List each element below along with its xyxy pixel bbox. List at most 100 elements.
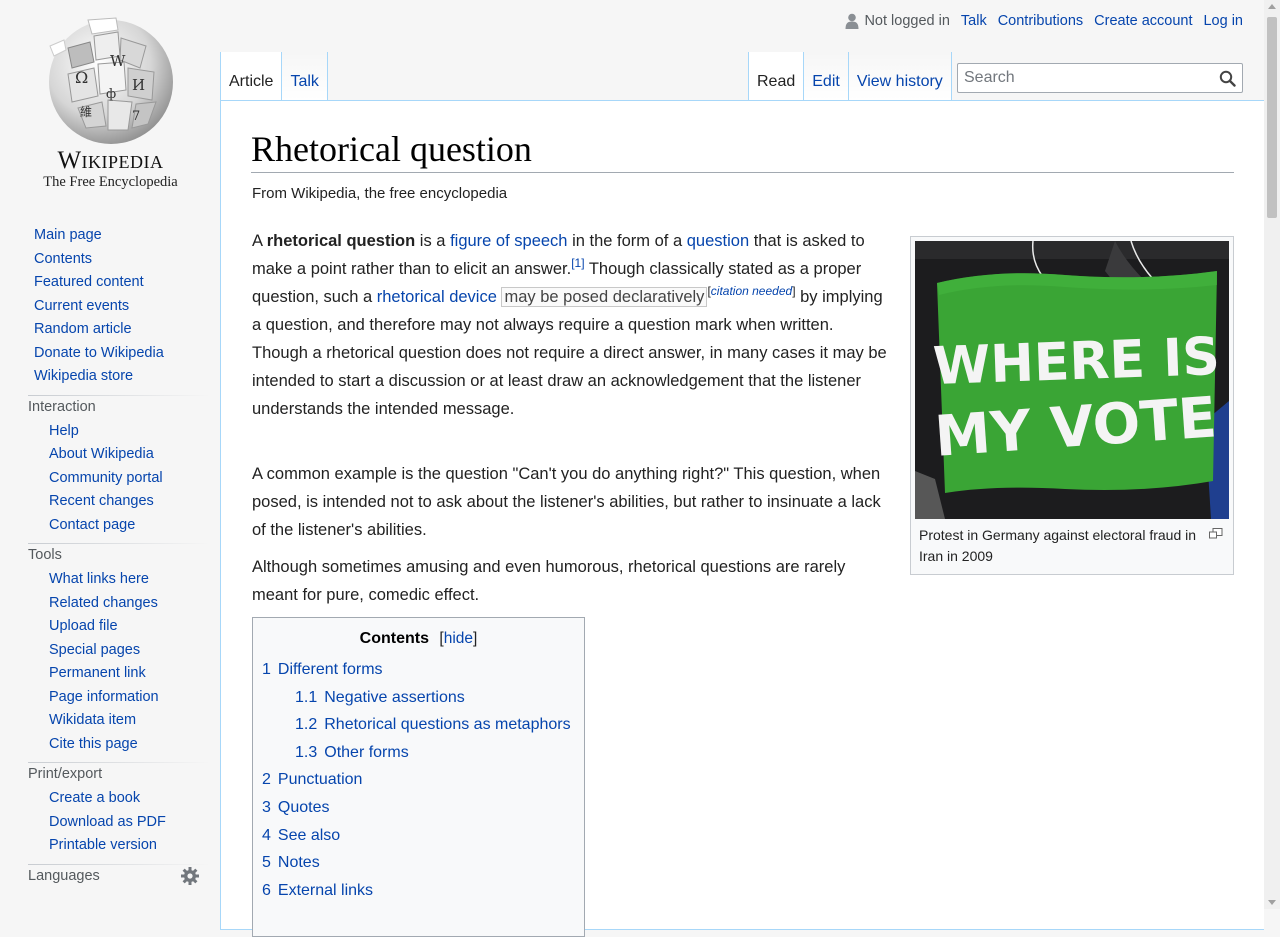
scroll-up-icon[interactable]	[1268, 4, 1276, 9]
toc-link-2[interactable]: 2 Punctuation	[262, 771, 362, 788]
tab-read[interactable]: Read	[748, 52, 805, 100]
sidebar-list-item: Donate to Wikipedia	[28, 342, 210, 366]
svg-text:7: 7	[132, 109, 140, 124]
sidebar-list-item: Download as PDF	[28, 811, 210, 835]
thumbnail: WHERE IS MY VOTE Protest in Germany agai…	[910, 236, 1234, 575]
sidebar-item-printable-version[interactable]: Printable version	[49, 837, 157, 853]
sidebar-item-current-events[interactable]: Current events	[34, 298, 129, 314]
puzzle-globe-icon: Ω W И ф 維 7	[49, 17, 173, 144]
toc-link-3[interactable]: 3 Quotes	[262, 799, 330, 816]
tagline: The Free Encyclopedia	[43, 174, 178, 190]
toc-link-6[interactable]: 6 External links	[262, 882, 373, 899]
talk-link[interactable]: Talk	[961, 13, 987, 29]
toc-number: 2	[262, 771, 271, 789]
sidebar-item-contact-page[interactable]: Contact page	[49, 517, 135, 533]
sidebar-item-special-pages[interactable]: Special pages	[49, 642, 140, 658]
svg-text:WHERE IS: WHERE IS	[932, 327, 1221, 397]
sidebar-item-related-changes[interactable]: Related changes	[49, 595, 158, 611]
scrollbar-thumb[interactable]	[1267, 17, 1277, 218]
toc-number: 1.2	[295, 716, 318, 734]
sidebar-heading-interaction: Interaction	[28, 394, 210, 420]
magnify-icon[interactable]	[1209, 528, 1223, 539]
toc-item: 1.2 Rhetorical questions as metaphors	[262, 714, 571, 742]
toc-link-1-1[interactable]: 1.1 Negative assertions	[295, 689, 465, 706]
toc-link-5[interactable]: 5 Notes	[262, 854, 320, 871]
sidebar-item-about-wikipedia[interactable]: About Wikipedia	[49, 446, 154, 462]
link-question[interactable]: question	[687, 232, 749, 250]
sidebar-list-item: Help	[28, 420, 210, 444]
toc-text: Negative assertions	[324, 688, 465, 706]
toc-text: External links	[277, 881, 374, 899]
site-subtitle: From Wikipedia, the free encyclopedia	[252, 185, 508, 202]
log-in-link[interactable]: Log in	[1203, 13, 1243, 29]
sidebar-item-permanent-link[interactable]: Permanent link	[49, 665, 146, 681]
sidebar-tools: Tools What links here Related changes Uplo…	[28, 543, 210, 756]
sidebar-item-wikipedia-store[interactable]: Wikipedia store	[34, 368, 133, 384]
toc-link-4[interactable]: 4 See also	[262, 827, 340, 844]
sidebar-list-item: Permanent link	[28, 662, 210, 686]
toc-title: Contents [hide]	[359, 630, 478, 647]
link-figure-of-speech[interactable]: figure of speech	[450, 232, 567, 250]
sidebar-item-help[interactable]: Help	[49, 423, 79, 439]
search-input[interactable]	[958, 64, 1208, 92]
sidebar-item-random-article[interactable]: Random article	[34, 321, 132, 337]
wikipedia-logo[interactable]: Ω W И ф 維 7 Wikipedia The Free Encyclope…	[28, 16, 193, 196]
sidebar: Main page Contents Featured content Current…	[0, 224, 220, 889]
sidebar-item-recent-changes[interactable]: Recent changes	[49, 493, 154, 509]
tab-edit[interactable]: Edit	[804, 52, 849, 100]
protest-image[interactable]: WHERE IS MY VOTE	[915, 241, 1229, 519]
sidebar-list-item: Contact page	[28, 514, 210, 538]
user-icon	[845, 13, 859, 29]
contributions-link[interactable]: Contributions	[998, 13, 1083, 29]
search-icon[interactable]	[1219, 70, 1236, 87]
toc-item: 4 See also	[262, 825, 571, 853]
toc-item: 5 Notes	[262, 852, 571, 880]
gear-icon[interactable]	[180, 866, 200, 886]
view-tabs: Read Edit View history	[748, 52, 952, 100]
scrollbar[interactable]	[1264, 0, 1280, 909]
toc-number: 1.1	[295, 688, 318, 706]
sidebar-list-item: Printable version	[28, 834, 210, 858]
sidebar-list-item: Contents	[28, 248, 210, 272]
citation-needed-link[interactable]: citation needed	[711, 284, 792, 298]
sidebar-heading-print: Print/export	[28, 762, 210, 787]
toc-number: 3	[262, 798, 271, 816]
sidebar-item-upload-file[interactable]: Upload file	[49, 618, 118, 634]
sidebar-item-wikidata-item[interactable]: Wikidata item	[49, 712, 136, 728]
svg-text:W: W	[110, 52, 126, 70]
not-logged-in: Not logged in	[845, 13, 950, 29]
toc-link-1-2[interactable]: 1.2 Rhetorical questions as metaphors	[295, 716, 571, 733]
toc-item: 1.1 Negative assertions	[262, 687, 571, 715]
tab-talk[interactable]: Talk	[282, 52, 328, 100]
sidebar-item-featured-content[interactable]: Featured content	[34, 274, 144, 290]
sidebar-list-item: Page information	[28, 686, 210, 710]
sidebar-item-create-a-book[interactable]: Create a book	[49, 790, 140, 806]
sidebar-item-page-information[interactable]: Page information	[49, 689, 159, 705]
sidebar-item-community-portal[interactable]: Community portal	[49, 470, 163, 486]
toc-link-1[interactable]: 1 Different forms	[262, 661, 383, 678]
personal-tools: Not logged in Talk Contributions Create …	[834, 13, 1243, 29]
tab-view-history[interactable]: View history	[848, 52, 952, 100]
sidebar-navigation: Main page Contents Featured content Current…	[28, 224, 210, 389]
toc-link-1-3[interactable]: 1.3 Other forms	[295, 744, 409, 761]
scroll-down-icon[interactable]	[1268, 900, 1276, 905]
sidebar-list-item: Current events	[28, 295, 210, 319]
toc-hide-link[interactable]: hide	[444, 630, 473, 647]
sidebar-item-cite-this-page[interactable]: Cite this page	[49, 736, 138, 752]
reference-1[interactable]: [1]	[571, 256, 584, 270]
sidebar-list-item: Random article	[28, 318, 210, 342]
wordmark: Wikipedia	[57, 147, 164, 174]
sidebar-item-what-links-here[interactable]: What links here	[49, 571, 149, 587]
toc-text: Other forms	[324, 743, 409, 761]
sidebar-heading-tools: Tools	[28, 543, 210, 568]
create-account-link[interactable]: Create account	[1094, 13, 1192, 29]
link-rhetorical-device[interactable]: rhetorical device	[377, 288, 497, 306]
tab-article[interactable]: Article	[220, 52, 283, 100]
sidebar-list-item: Featured content	[28, 271, 210, 295]
sidebar-list-item: Main page	[28, 224, 210, 248]
sidebar-item-donate-to-wikipedia[interactable]: Donate to Wikipedia	[34, 345, 164, 361]
sidebar-item-contents[interactable]: Contents	[34, 251, 92, 267]
toc-number: 5	[262, 854, 271, 872]
sidebar-item-download-as-pdf[interactable]: Download as PDF	[49, 814, 166, 830]
sidebar-item-main-page[interactable]: Main page	[34, 227, 102, 243]
